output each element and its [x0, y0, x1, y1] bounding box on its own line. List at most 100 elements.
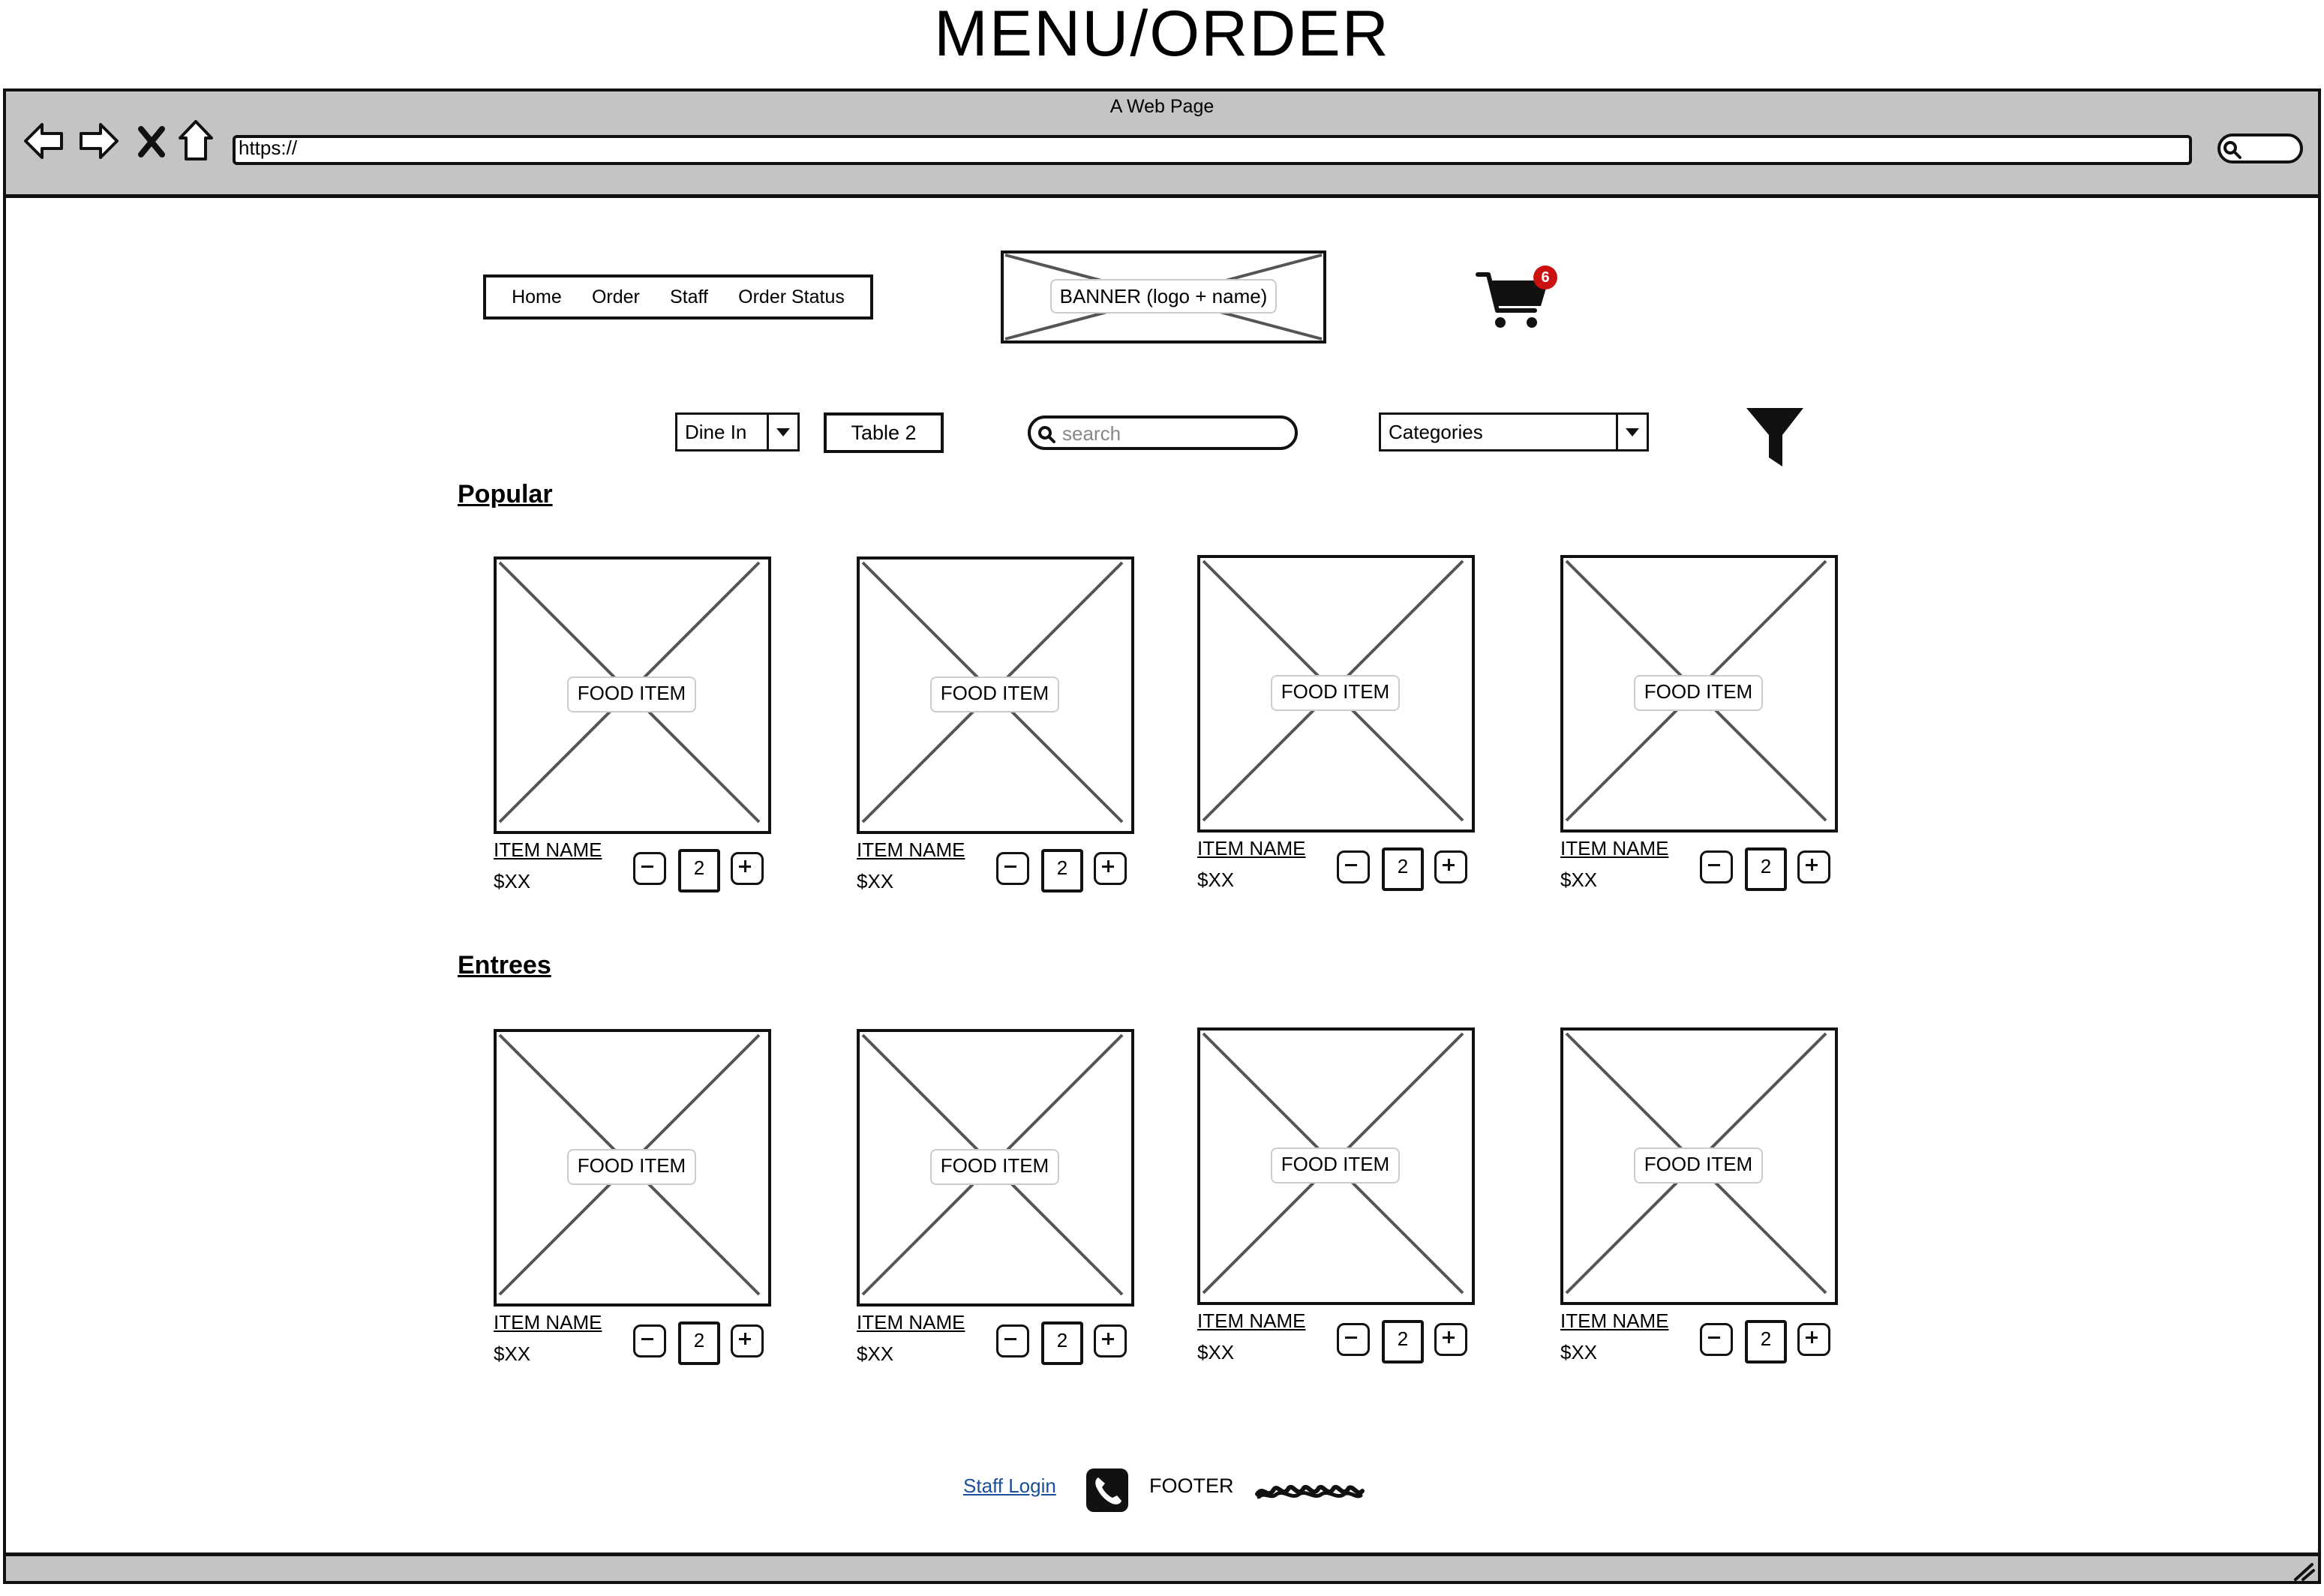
- categories-select[interactable]: Categories: [1379, 412, 1649, 452]
- footer-text: FOOTER: [1149, 1474, 1234, 1497]
- url-text[interactable]: https://: [239, 136, 297, 160]
- dine-option-select[interactable]: Dine In: [675, 412, 800, 452]
- increase-quantity-button[interactable]: [1434, 850, 1467, 884]
- main-nav: Home Order Staff Order Status: [483, 274, 873, 320]
- item-price: $XX: [857, 870, 894, 892]
- quantity-field[interactable]: 2: [1745, 1320, 1787, 1364]
- nav-order[interactable]: Order: [592, 286, 640, 308]
- food-image: FOOD ITEM: [857, 1029, 1134, 1306]
- close-icon[interactable]: [137, 124, 167, 159]
- decrease-quantity-button[interactable]: [633, 852, 666, 885]
- decrease-quantity-button[interactable]: [633, 1324, 666, 1358]
- chevron-down-icon[interactable]: [767, 415, 797, 449]
- food-image-label: FOOD ITEM: [1634, 675, 1763, 711]
- home-icon[interactable]: [177, 118, 215, 162]
- increase-quantity-button[interactable]: [731, 1324, 764, 1358]
- page-title: MENU/ORDER: [934, 0, 1390, 70]
- item-price: $XX: [494, 1342, 531, 1365]
- food-image-label: FOOD ITEM: [1271, 1148, 1400, 1184]
- quantity-field[interactable]: 2: [1745, 848, 1787, 891]
- food-image-label: FOOD ITEM: [567, 676, 696, 712]
- food-image-label: FOOD ITEM: [567, 1149, 696, 1185]
- food-image-label: FOOD ITEM: [1634, 1148, 1763, 1184]
- food-image-label: FOOD ITEM: [1271, 675, 1400, 711]
- item-price: $XX: [1197, 868, 1235, 891]
- food-image: FOOD ITEM: [1197, 555, 1475, 832]
- menu-card: FOOD ITEM ITEM NAME $XX 2: [1560, 555, 1838, 908]
- quantity-field[interactable]: 2: [678, 849, 720, 892]
- staff-login-link[interactable]: Staff Login: [963, 1474, 1056, 1498]
- food-image: FOOD ITEM: [494, 556, 771, 834]
- section-title-popular: Popular: [458, 480, 553, 508]
- item-price: $XX: [857, 1342, 894, 1365]
- increase-quantity-button[interactable]: [1797, 850, 1830, 884]
- phone-icon[interactable]: [1086, 1468, 1128, 1512]
- menu-card: FOOD ITEM ITEM NAME $XX 2: [494, 1029, 771, 1382]
- decrease-quantity-button[interactable]: [996, 852, 1029, 885]
- item-price: $XX: [1197, 1341, 1235, 1364]
- food-image-label: FOOD ITEM: [930, 1149, 1059, 1185]
- item-name[interactable]: ITEM NAME: [857, 1311, 965, 1334]
- quantity-field[interactable]: 2: [1041, 849, 1083, 892]
- item-name[interactable]: ITEM NAME: [494, 838, 602, 862]
- dine-option-value: Dine In: [685, 421, 747, 443]
- filter-icon[interactable]: [1743, 405, 1806, 470]
- item-price: $XX: [494, 870, 531, 892]
- resize-handle-icon[interactable]: [2291, 1562, 2315, 1581]
- menu-card: FOOD ITEM ITEM NAME $XX 2: [857, 1029, 1134, 1382]
- increase-quantity-button[interactable]: [1094, 1324, 1127, 1358]
- window-title: A Web Page: [1109, 96, 1215, 117]
- decrease-quantity-button[interactable]: [1337, 1323, 1370, 1356]
- back-icon[interactable]: [23, 120, 65, 162]
- decrease-quantity-button[interactable]: [1700, 1323, 1733, 1356]
- item-name[interactable]: ITEM NAME: [1197, 837, 1305, 860]
- menu-card: FOOD ITEM ITEM NAME $XX 2: [857, 556, 1134, 909]
- nav-home[interactable]: Home: [512, 286, 562, 308]
- quantity-field[interactable]: 2: [678, 1322, 720, 1365]
- table-button[interactable]: Table 2: [824, 412, 944, 453]
- forward-icon[interactable]: [78, 120, 120, 162]
- chevron-down-icon[interactable]: [1616, 415, 1647, 449]
- section-title-entrees: Entrees: [458, 951, 551, 980]
- nav-staff[interactable]: Staff: [670, 286, 708, 308]
- food-image: FOOD ITEM: [494, 1029, 771, 1306]
- food-image-label: FOOD ITEM: [930, 676, 1059, 712]
- increase-quantity-button[interactable]: [1094, 852, 1127, 885]
- banner-label: BANNER (logo + name): [1050, 279, 1277, 314]
- categories-value: Categories: [1389, 421, 1483, 443]
- menu-card: FOOD ITEM ITEM NAME $XX 2: [1560, 1028, 1838, 1380]
- url-bar[interactable]: [233, 135, 2192, 165]
- increase-quantity-button[interactable]: [1797, 1323, 1830, 1356]
- food-image: FOOD ITEM: [1197, 1028, 1475, 1305]
- food-image: FOOD ITEM: [857, 556, 1134, 834]
- increase-quantity-button[interactable]: [731, 852, 764, 885]
- increase-quantity-button[interactable]: [1434, 1323, 1467, 1356]
- menu-card: FOOD ITEM ITEM NAME $XX 2: [494, 556, 771, 909]
- browser-status-bar: [3, 1552, 2321, 1584]
- item-name[interactable]: ITEM NAME: [1560, 1310, 1668, 1333]
- item-price: $XX: [1560, 1341, 1598, 1364]
- item-name[interactable]: ITEM NAME: [857, 838, 965, 862]
- food-image: FOOD ITEM: [1560, 1028, 1838, 1305]
- quantity-field[interactable]: 2: [1041, 1322, 1083, 1365]
- search-icon: [1038, 426, 1055, 443]
- phone-handset-icon: [1095, 1478, 1121, 1504]
- cart-count-badge: 6: [1533, 266, 1557, 290]
- item-name[interactable]: ITEM NAME: [1197, 1310, 1305, 1333]
- search-placeholder: search: [1062, 422, 1121, 445]
- menu-card: FOOD ITEM ITEM NAME $XX 2: [1197, 1028, 1475, 1380]
- search-icon: [2223, 141, 2241, 159]
- decrease-quantity-button[interactable]: [996, 1324, 1029, 1358]
- item-name[interactable]: ITEM NAME: [494, 1311, 602, 1334]
- scribble-icon: [1255, 1484, 1365, 1499]
- decrease-quantity-button[interactable]: [1337, 850, 1370, 884]
- decrease-quantity-button[interactable]: [1700, 850, 1733, 884]
- menu-card: FOOD ITEM ITEM NAME $XX 2: [1197, 555, 1475, 908]
- menu-search-input[interactable]: search: [1028, 416, 1298, 450]
- food-image: FOOD ITEM: [1560, 555, 1838, 832]
- nav-order-status[interactable]: Order Status: [738, 286, 845, 308]
- quantity-field[interactable]: 2: [1382, 1320, 1424, 1364]
- item-name[interactable]: ITEM NAME: [1560, 837, 1668, 860]
- item-price: $XX: [1560, 868, 1598, 891]
- quantity-field[interactable]: 2: [1382, 848, 1424, 891]
